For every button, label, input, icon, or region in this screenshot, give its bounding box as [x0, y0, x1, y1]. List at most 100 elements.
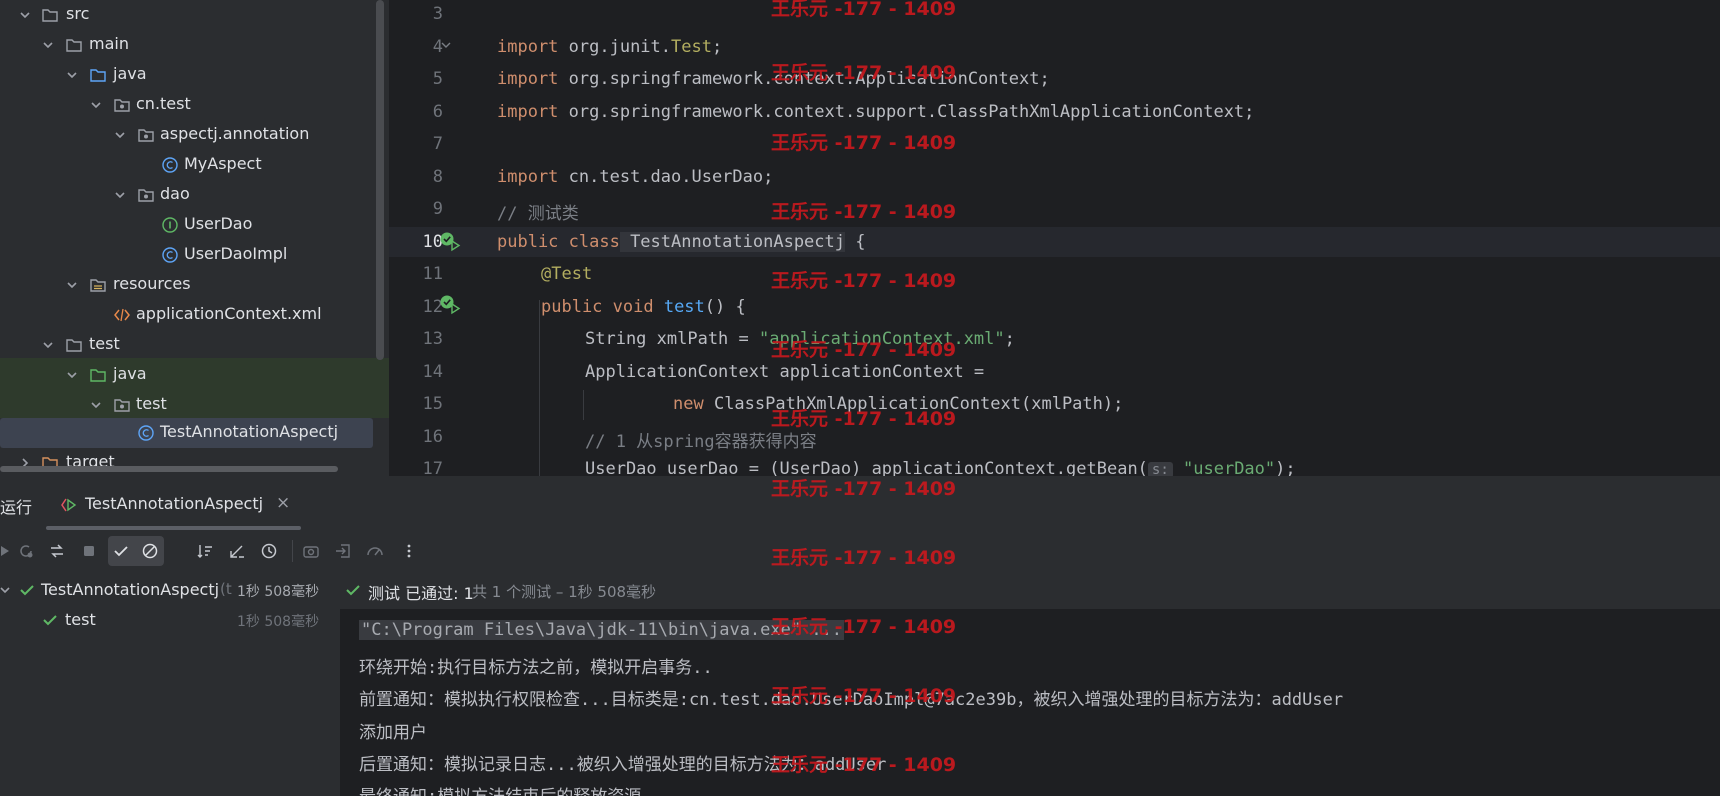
- code-text: org.junit.: [558, 37, 672, 57]
- test-method-name[interactable]: test: [65, 610, 96, 629]
- run-test-passed-icon[interactable]: [439, 231, 463, 253]
- code-line-12: public void test() {: [541, 297, 746, 317]
- sort-alphabetically-icon[interactable]: [192, 538, 218, 564]
- show-passed-icon[interactable]: [108, 538, 134, 564]
- test-passed-icon: [43, 615, 57, 626]
- watermark-text: 王乐元 -177 - 1409: [771, 616, 957, 638]
- test-source-folder-icon: [90, 369, 106, 382]
- code-text: ;: [1004, 329, 1015, 349]
- history-icon[interactable]: [256, 538, 282, 564]
- tree-scrollbar[interactable]: [376, 0, 384, 360]
- code-line-9: // 测试类: [497, 204, 579, 224]
- tree-item-java[interactable]: java: [0, 60, 389, 90]
- tree-horizontal-scrollbar[interactable]: [0, 466, 338, 472]
- fold-icon[interactable]: [439, 38, 453, 52]
- class-icon: [138, 425, 154, 441]
- chevron-down-icon[interactable]: [89, 398, 103, 412]
- package-icon: [114, 99, 130, 112]
- code-line-4: import org.junit.Test;: [497, 37, 722, 57]
- tree-item-applicationcontext-xml[interactable]: applicationContext.xml: [0, 300, 389, 330]
- close-tab-icon[interactable]: ×: [276, 493, 290, 513]
- class-icon: [162, 247, 178, 263]
- tree-item-test-java[interactable]: java: [0, 360, 389, 390]
- stop-icon[interactable]: [76, 538, 102, 564]
- method-name: test: [653, 297, 705, 317]
- folder-icon: [66, 339, 82, 352]
- chevron-down-icon[interactable]: [113, 128, 127, 142]
- watermark-text: 王乐元 -177 - 1409: [771, 547, 957, 569]
- tree-item-aspectj-annotation[interactable]: aspectj.annotation: [0, 120, 389, 150]
- line-number: 5: [432, 69, 443, 89]
- tree-item-testannotationaspectj[interactable]: TestAnnotationAspectj: [0, 418, 389, 448]
- chevron-down-icon[interactable]: [0, 583, 12, 597]
- chevron-down-icon[interactable]: [65, 68, 79, 82]
- code-line-11: @Test: [541, 264, 593, 284]
- toolbar-divider: [292, 540, 293, 562]
- tree-item-dao[interactable]: dao: [0, 180, 389, 210]
- toggle-auto-test-icon[interactable]: [44, 538, 70, 564]
- tree-item-cn-test[interactable]: cn.test: [0, 90, 389, 120]
- package-icon: [138, 189, 154, 202]
- chevron-down-icon[interactable]: [41, 38, 55, 52]
- run-test-passed-icon[interactable]: [439, 294, 463, 316]
- tree-item-resources[interactable]: resources: [0, 270, 389, 300]
- chevron-down-icon[interactable]: [113, 188, 127, 202]
- indent-guide: [583, 390, 584, 420]
- tree-item-userdao[interactable]: UserDao: [0, 210, 389, 240]
- keyword: public class: [497, 232, 620, 252]
- line-number: 4: [432, 37, 443, 57]
- watermark-text: 王乐元 -177 - 1409: [771, 478, 957, 500]
- test-results-tree: TestAnnotationAspectj (t 1秒 508毫秒 test 1…: [0, 572, 340, 796]
- indent-guide: [539, 300, 540, 476]
- chevron-down-icon[interactable]: [65, 278, 79, 292]
- collapse-all-icon[interactable]: [224, 538, 250, 564]
- run-tab-label[interactable]: TestAnnotationAspectj: [85, 494, 263, 513]
- rerun-failed-icon[interactable]: [13, 538, 39, 564]
- project-tree: src main java cn.test aspectj.annotation…: [0, 0, 389, 476]
- keyword: import: [497, 167, 559, 187]
- tree-item-test-package[interactable]: test: [0, 390, 389, 420]
- tree-item-label: MyAspect: [184, 154, 262, 173]
- code-line-10: public class TestAnnotationAspectj {: [497, 232, 865, 252]
- screenshot-icon[interactable]: [298, 538, 324, 564]
- test-duration: 1秒 508毫秒: [237, 614, 320, 630]
- console-line: 最终通知:模拟方法结束后的释放资源: [359, 782, 641, 796]
- line-number: 17: [422, 459, 443, 476]
- test-passed-icon: [20, 585, 34, 596]
- folder-icon: [42, 9, 58, 22]
- import-tests-icon[interactable]: [330, 538, 356, 564]
- chevron-down-icon[interactable]: [65, 368, 79, 382]
- coverage-icon[interactable]: [362, 538, 388, 564]
- more-options-icon[interactable]: [396, 538, 422, 564]
- watermark-text: 王乐元 -177 - 1409: [771, 754, 957, 776]
- test-duration: 1秒 508毫秒: [237, 584, 320, 600]
- keyword: new: [673, 394, 704, 414]
- line-number-current: 10: [422, 232, 443, 252]
- chevron-down-icon[interactable]: [18, 8, 32, 22]
- keyword: import: [497, 37, 559, 57]
- package-icon: [114, 399, 130, 412]
- tree-item-userdaoimpl[interactable]: UserDaoImpl: [0, 240, 389, 270]
- tree-item-main[interactable]: main: [0, 30, 389, 60]
- resources-folder-icon: [90, 279, 106, 292]
- line-number: 13: [422, 329, 443, 349]
- watermark-text: 王乐元 -177 - 1409: [771, 685, 957, 707]
- tree-item-label: test: [89, 334, 120, 353]
- test-suite-name[interactable]: TestAnnotationAspectj: [41, 580, 219, 599]
- tree-item-label: cn.test: [136, 94, 191, 113]
- class-ref: Test: [671, 37, 712, 57]
- tree-item-src[interactable]: src: [0, 0, 389, 30]
- tree-item-label: applicationContext.xml: [136, 304, 322, 323]
- chevron-down-icon[interactable]: [41, 338, 55, 352]
- xml-file-icon: [114, 308, 130, 322]
- tree-item-myaspect[interactable]: MyAspect: [0, 150, 389, 180]
- code-text: {: [845, 232, 866, 252]
- line-number: 7: [432, 134, 443, 154]
- show-ignored-icon[interactable]: [137, 538, 163, 564]
- tree-item-test[interactable]: test: [0, 330, 389, 360]
- line-number: 3: [432, 4, 443, 24]
- code-editor[interactable]: 3 4 5 6 7 8 9 10 11 12 13 14 15 16 17 im…: [389, 0, 1720, 476]
- chevron-down-icon[interactable]: [89, 98, 103, 112]
- line-number: 9: [432, 199, 443, 219]
- interface-icon: [162, 217, 178, 233]
